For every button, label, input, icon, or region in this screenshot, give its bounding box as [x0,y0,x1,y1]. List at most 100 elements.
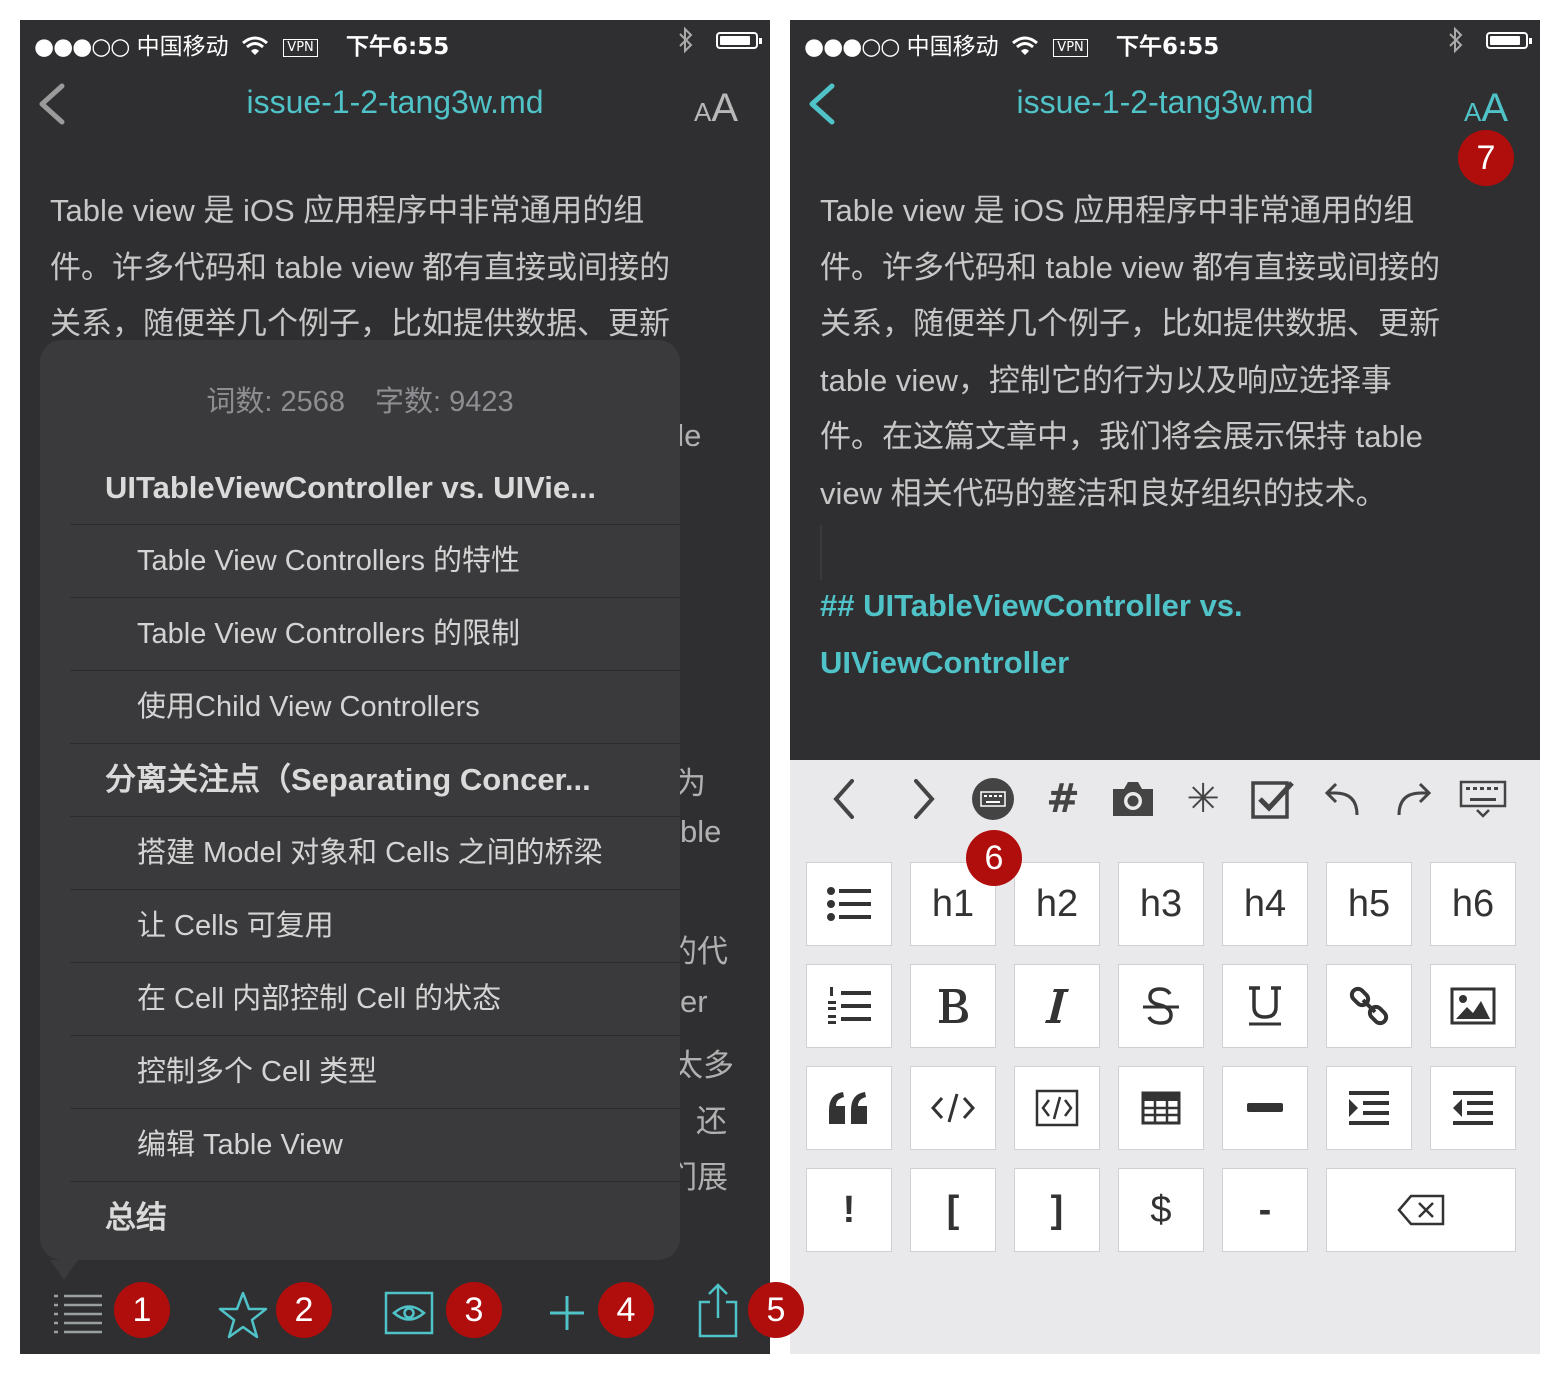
strikethrough-key[interactable] [1118,964,1204,1048]
status-bar: ●●●○○ 中国移动 VPN 下午6:55 [20,20,770,60]
outline-item[interactable]: 分离关注点（Separating Concer... [70,743,680,816]
outline-item[interactable]: Table View Controllers 的限制 [70,597,680,670]
body-line: 件。许多代码和 table view 都有直接或间接的 [820,249,1441,285]
font-size-button[interactable]: AA [1464,86,1508,131]
outline-item[interactable]: 编辑 Table View [70,1108,680,1181]
navigation-bar: issue-1-2-tang3w.md AA [20,70,770,140]
cursor-right-icon[interactable] [898,774,948,824]
link-key[interactable] [1326,964,1412,1048]
bullet-list-key[interactable] [806,862,892,946]
annotation-badge: 5 [748,1282,804,1338]
outline-icon[interactable] [52,1290,104,1338]
keyboard-toggle-icon[interactable] [968,774,1018,824]
annotation-badge: 1 [114,1282,170,1338]
indent-key[interactable] [1326,1066,1412,1150]
heading-line: ## UITableViewController vs. [820,588,1243,623]
word-count: 词数: 2568 [206,386,345,418]
dollar-key[interactable]: $ [1118,1168,1204,1252]
outline-item[interactable]: 在 Cell 内部控制 Cell 的状态 [70,962,680,1035]
horizontal-rule-key[interactable] [1222,1066,1308,1150]
code-icon [930,1093,976,1123]
h2-key[interactable]: h2 [1014,862,1100,946]
annotation-badge: 6 [966,830,1022,886]
code-block-icon [1035,1089,1079,1127]
outdent-icon [1453,1091,1493,1125]
annotation-badge: 4 [598,1282,654,1338]
carrier-label: 中国移动 [906,34,999,60]
left-screen: ●●●○○ 中国移动 VPN 下午6:55 issue-1-2-tang3w.m… [20,20,770,1354]
open-bracket-key[interactable]: [ [910,1168,996,1252]
signal-indicator: ●●●○○ [804,34,900,60]
outline-item[interactable]: 使用Child View Controllers [70,670,680,743]
indent-icon [1349,1091,1389,1125]
outdent-key[interactable] [1430,1066,1516,1150]
h6-key[interactable]: h6 [1430,862,1516,946]
dash-key[interactable]: - [1222,1168,1308,1252]
outline-item[interactable]: 让 Cells 可复用 [70,889,680,962]
signal-indicator: ●●●○○ [34,34,130,60]
delete-backspace-icon [1397,1194,1445,1226]
status-time: 下午6:55 [346,34,450,60]
battery-icon [1486,32,1532,49]
exclamation-key[interactable]: ! [806,1168,892,1252]
delete-key[interactable] [1326,1168,1516,1252]
body-fragment: 太多 [672,1048,734,1083]
body-fragment: 还 [696,1104,727,1139]
bold-key[interactable] [910,964,996,1048]
outline-item[interactable]: 总结 [70,1181,680,1254]
wifi-icon [1012,36,1038,55]
inline-code-key[interactable] [910,1066,996,1150]
markdown-keyboard: # ✳ h1 h2 h3 h4 h5 h6 ! [] $ - [790,760,1540,1354]
bluetooth-icon [1449,27,1463,53]
cursor-left-icon[interactable] [820,774,870,824]
h3-key[interactable]: h3 [1118,862,1204,946]
undo-icon[interactable] [1318,774,1368,824]
dismiss-keyboard-icon[interactable] [1458,774,1508,824]
strikethrough-icon [1143,987,1179,1025]
preview-eye-icon[interactable] [384,1290,434,1336]
star-icon[interactable] [218,1290,268,1340]
plus-icon[interactable] [547,1290,587,1336]
redo-icon[interactable] [1388,774,1438,824]
close-bracket-key[interactable]: ] [1014,1168,1100,1252]
body-line: 件。在这篇文章中，我们将会展示保持 table [820,419,1423,454]
underline-key[interactable] [1222,964,1308,1048]
vpn-badge: VPN [283,39,318,57]
battery-icon [716,32,762,49]
h4-key[interactable]: h4 [1222,862,1308,946]
italic-key[interactable] [1014,964,1100,1048]
annotation-badge: 2 [276,1282,332,1338]
checkbox-icon[interactable] [1248,774,1298,824]
image-key[interactable] [1430,964,1516,1048]
h5-key[interactable]: h5 [1326,862,1412,946]
quote-key[interactable] [806,1066,892,1150]
wifi-icon [242,36,268,55]
quote-icon [829,1092,867,1124]
keyboard-accessory-bar: # ✳ [790,760,1540,838]
numbered-list-icon [828,987,871,1024]
char-count: 字数: 9423 [375,386,514,418]
camera-icon[interactable] [1108,774,1158,824]
status-time: 下午6:55 [1116,34,1220,60]
outline-item[interactable]: 控制多个 Cell 类型 [70,1035,680,1108]
vpn-badge: VPN [1053,39,1088,57]
image-icon [1450,987,1496,1025]
annotation-badge: 7 [1458,130,1514,186]
outline-item[interactable]: UITableViewController vs. UIVie... [70,452,680,524]
table-key[interactable] [1118,1066,1204,1150]
asterisk-icon[interactable]: ✳ [1178,774,1228,824]
document-body: Table view 是 iOS 应用程序中非常通用的组 件。许多代码和 tab… [50,183,740,353]
outline-item[interactable]: Table View Controllers 的特性 [70,524,680,597]
body-line: Table view 是 iOS 应用程序中非常通用的组 [820,193,1415,228]
link-icon [1349,986,1389,1026]
editor-body[interactable]: Table view 是 iOS 应用程序中非常通用的组 件。许多代码和 tab… [820,183,1510,522]
share-icon[interactable] [696,1282,740,1338]
document-title: issue-1-2-tang3w.md [246,84,544,120]
numbered-list-key[interactable] [806,964,892,1048]
outline-item[interactable]: 搭建 Model 对象和 Cells 之间的桥梁 [70,816,680,889]
body-line: 关系，随便举几个例子，比如提供数据、更新 [820,306,1440,341]
code-block-key[interactable] [1014,1066,1100,1150]
hash-icon[interactable]: # [1038,774,1088,824]
outline-popover: 词数: 2568 字数: 9423 UITableViewController v… [40,340,680,1280]
font-size-button[interactable]: AA [694,86,738,131]
